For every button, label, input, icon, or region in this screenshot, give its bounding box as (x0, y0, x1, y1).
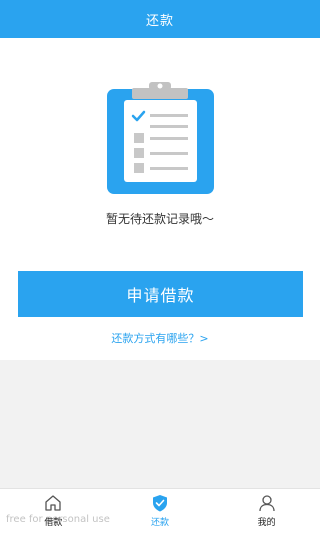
main-content: 暂无待还款记录哦～ 申请借款 还款方式有哪些？> (0, 38, 320, 360)
home-icon (45, 495, 61, 511)
tab-mine-label: 我的 (257, 518, 276, 528)
bottom-tab-bar: 借款 还款 我的 (0, 488, 320, 533)
user-icon (259, 495, 275, 512)
tab-repay-label: 还款 (151, 518, 170, 528)
tab-repay[interactable]: 还款 (107, 489, 214, 533)
tab-loan[interactable]: 借款 (0, 489, 107, 533)
apply-loan-button[interactable]: 申请借款 (18, 271, 303, 317)
tab-loan-label: 借款 (44, 518, 63, 528)
empty-state-message: 暂无待还款记录哦～ (105, 212, 214, 226)
page-title: 还款 (145, 13, 174, 29)
shield-check-icon (153, 495, 167, 512)
clipboard-checklist-icon (107, 82, 214, 194)
tab-mine[interactable]: 我的 (213, 489, 320, 533)
app-screen: 还款 暂无待还款记录哦～ 申请借款 还款方式有哪些？> 借款 还款 我的 fre… (0, 0, 320, 533)
repayment-methods-link[interactable]: 还款方式有哪些？> (0, 330, 320, 346)
content-background (0, 360, 320, 488)
header-bar: 还款 (0, 0, 320, 38)
